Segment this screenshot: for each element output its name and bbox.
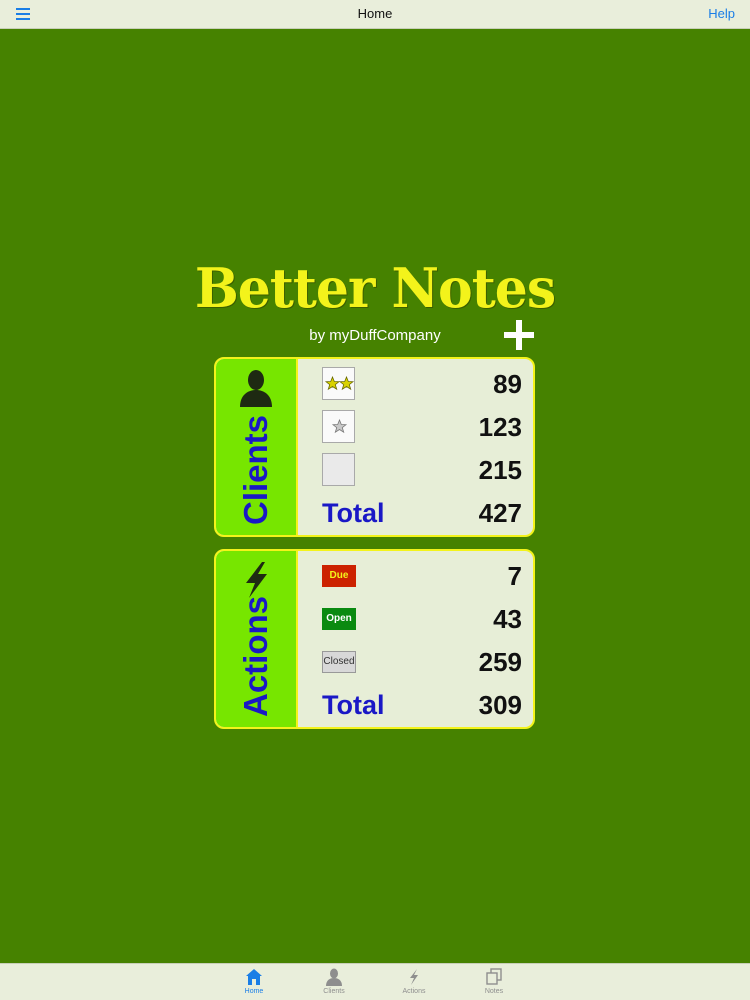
open-tag: Open bbox=[322, 608, 356, 630]
actions-row-closed[interactable]: Closed 259 bbox=[322, 643, 522, 683]
tab-clients-label: Clients bbox=[323, 988, 345, 995]
no-star-count: 215 bbox=[478, 455, 522, 485]
actions-total-label: Total bbox=[322, 690, 385, 720]
tab-notes[interactable]: Notes bbox=[464, 968, 524, 995]
clients-row-one-star[interactable]: 123 bbox=[322, 408, 522, 448]
actions-panel[interactable]: Actions Due 7 Open 43 Closed 259 Total 3… bbox=[214, 549, 535, 729]
tab-actions-label: Actions bbox=[402, 988, 426, 995]
closed-tag: Closed bbox=[322, 651, 356, 673]
app-title: Better Notes bbox=[194, 256, 556, 321]
due-count: 7 bbox=[507, 561, 522, 591]
clients-row-no-star[interactable]: 215 bbox=[322, 451, 522, 491]
actions-row-due[interactable]: Due 7 bbox=[322, 557, 522, 597]
no-star-icon bbox=[322, 453, 355, 486]
tab-actions[interactable]: Actions bbox=[384, 968, 444, 995]
actions-row-open[interactable]: Open 43 bbox=[322, 600, 522, 640]
one-star-icon bbox=[322, 410, 355, 443]
two-stars-icon bbox=[322, 367, 355, 400]
two-stars-count: 89 bbox=[493, 369, 522, 399]
bottom-tab-bar: Home Clients Actions Notes bbox=[0, 963, 750, 1000]
person-icon bbox=[240, 370, 272, 407]
lightning-icon bbox=[410, 969, 418, 985]
clients-total-row[interactable]: Total 427 bbox=[322, 494, 522, 534]
tab-notes-label: Notes bbox=[484, 988, 504, 995]
add-button[interactable] bbox=[502, 318, 536, 352]
help-button[interactable]: Help bbox=[708, 6, 735, 21]
clients-side-tab[interactable]: Clients bbox=[216, 359, 298, 535]
one-star-count: 123 bbox=[478, 412, 522, 442]
closed-count: 259 bbox=[478, 647, 522, 677]
app-subtitle: by myDuffCompany bbox=[309, 327, 441, 344]
notes-stack-icon bbox=[486, 968, 502, 985]
actions-label: Actions bbox=[237, 595, 274, 717]
tab-home-label: Home bbox=[244, 988, 264, 995]
nav-title: Home bbox=[357, 6, 393, 21]
actions-total-value: 309 bbox=[478, 690, 522, 720]
clients-total-label: Total bbox=[322, 498, 385, 528]
clients-panel[interactable]: Clients 89 123 215 Total 427 bbox=[214, 357, 535, 537]
tab-clients[interactable]: Clients bbox=[304, 968, 364, 995]
open-count: 43 bbox=[493, 604, 522, 634]
home-icon bbox=[246, 969, 262, 985]
clients-label: Clients bbox=[237, 414, 274, 525]
actions-total-row[interactable]: Total 309 bbox=[322, 686, 522, 726]
lightning-icon bbox=[246, 562, 267, 598]
due-tag: Due bbox=[322, 565, 356, 587]
person-icon bbox=[326, 968, 342, 986]
clients-row-two-stars[interactable]: 89 bbox=[322, 365, 522, 405]
clients-total-value: 427 bbox=[478, 498, 522, 528]
tab-home[interactable]: Home bbox=[224, 968, 284, 995]
top-nav-bar: Home Help bbox=[0, 0, 750, 29]
actions-side-tab[interactable]: Actions bbox=[216, 551, 298, 727]
